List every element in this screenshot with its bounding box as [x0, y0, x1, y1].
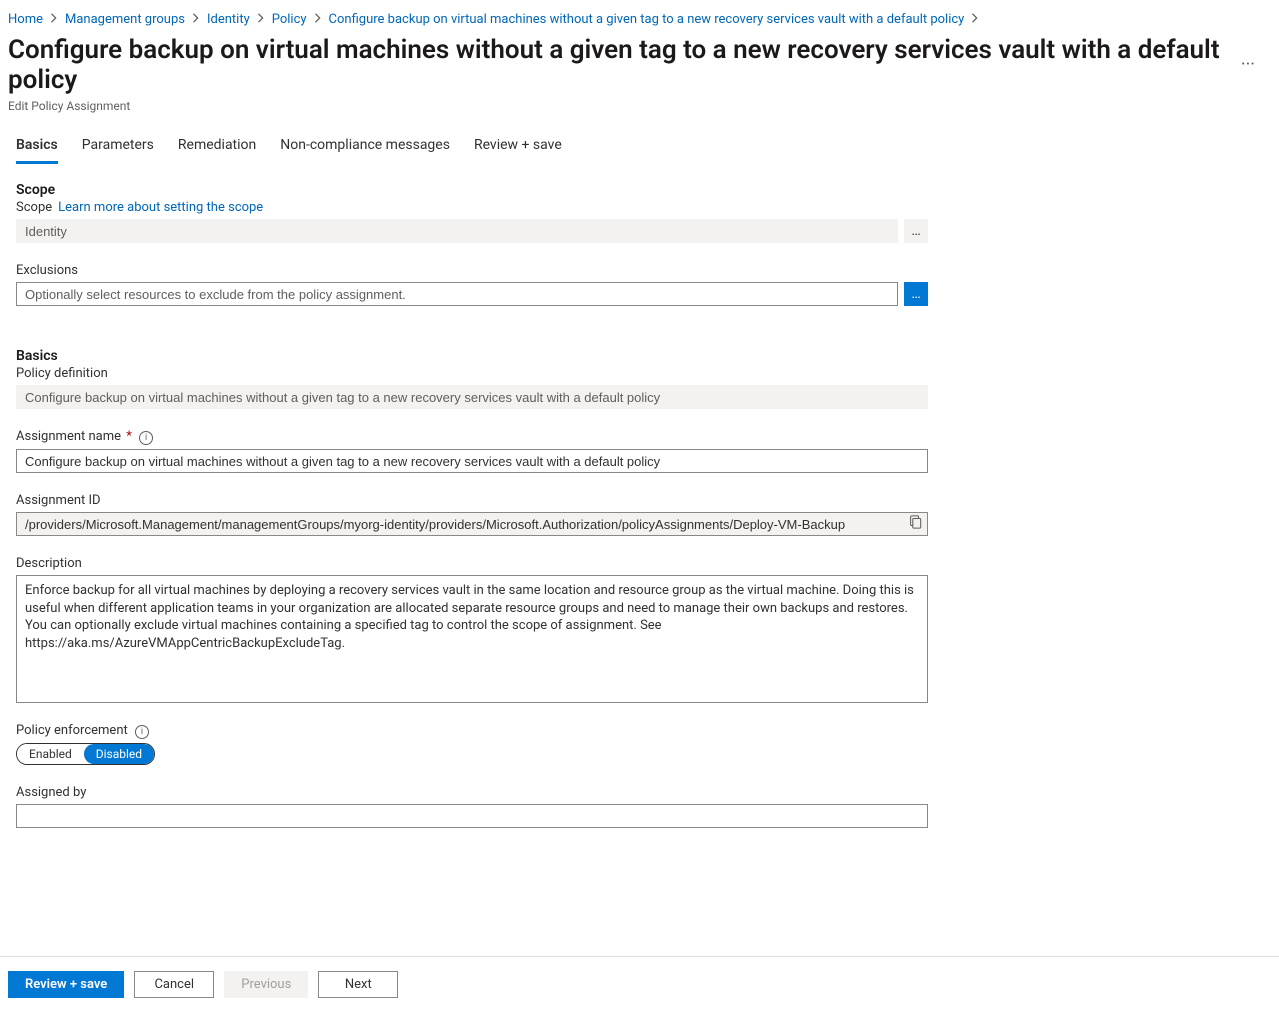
enforcement-disabled-option[interactable]: Disabled [84, 744, 154, 764]
chevron-right-icon [49, 12, 59, 27]
breadcrumb-home[interactable]: Home [8, 12, 43, 27]
assignment-id-label: Assignment ID [16, 493, 928, 508]
scope-picker-button[interactable]: … [904, 219, 928, 243]
review-save-button[interactable]: Review + save [8, 971, 124, 998]
tab-noncompliance[interactable]: Non-compliance messages [280, 137, 450, 164]
assignment-id-input [16, 512, 928, 536]
breadcrumb-current[interactable]: Configure backup on virtual machines wit… [329, 12, 965, 27]
breadcrumb: Home Management groups Identity Policy C… [8, 8, 1263, 33]
info-icon[interactable]: i [135, 725, 149, 739]
scope-learn-more-link[interactable]: Learn more about setting the scope [58, 200, 263, 215]
chevron-right-icon [970, 12, 980, 27]
exclusions-input[interactable] [16, 282, 898, 306]
exclusions-label: Exclusions [16, 263, 928, 278]
exclusions-picker-button[interactable]: … [904, 282, 928, 306]
previous-button: Previous [224, 971, 308, 998]
breadcrumb-identity[interactable]: Identity [207, 12, 250, 27]
page-title: Configure backup on virtual machines wit… [8, 35, 1221, 95]
more-icon[interactable]: ··· [1233, 50, 1263, 79]
info-icon[interactable]: i [139, 431, 153, 445]
tabs: Basics Parameters Remediation Non-compli… [16, 137, 1263, 164]
scope-input [16, 219, 898, 243]
breadcrumb-policy[interactable]: Policy [272, 12, 307, 27]
scope-heading: Scope [16, 182, 928, 198]
next-button[interactable]: Next [318, 971, 398, 998]
page-subtitle: Edit Policy Assignment [8, 99, 1263, 113]
tab-review[interactable]: Review + save [474, 137, 562, 164]
basics-heading: Basics [16, 348, 928, 364]
scope-label: Scope [16, 200, 52, 215]
required-indicator: * [126, 429, 132, 444]
tab-parameters[interactable]: Parameters [82, 137, 154, 164]
chevron-right-icon [191, 12, 201, 27]
policy-definition-label: Policy definition [16, 366, 928, 381]
description-textarea[interactable] [16, 575, 928, 703]
copy-icon[interactable] [908, 515, 922, 533]
footer: Review + save Cancel Previous Next [0, 956, 1279, 1012]
assignment-name-input[interactable] [16, 449, 928, 473]
tab-basics[interactable]: Basics [16, 137, 58, 164]
assignment-name-label: Assignment name [16, 429, 121, 444]
policy-enforcement-toggle[interactable]: Enabled Disabled [16, 743, 155, 765]
enforcement-enabled-option[interactable]: Enabled [17, 744, 84, 764]
chevron-right-icon [256, 12, 266, 27]
assigned-by-input[interactable] [16, 804, 928, 828]
assigned-by-label: Assigned by [16, 785, 928, 800]
tab-remediation[interactable]: Remediation [178, 137, 256, 164]
policy-enforcement-label: Policy enforcement [16, 723, 128, 738]
cancel-button[interactable]: Cancel [134, 971, 214, 998]
description-label: Description [16, 556, 928, 571]
chevron-right-icon [313, 12, 323, 27]
policy-definition-input [16, 385, 928, 409]
breadcrumb-management-groups[interactable]: Management groups [65, 12, 185, 27]
